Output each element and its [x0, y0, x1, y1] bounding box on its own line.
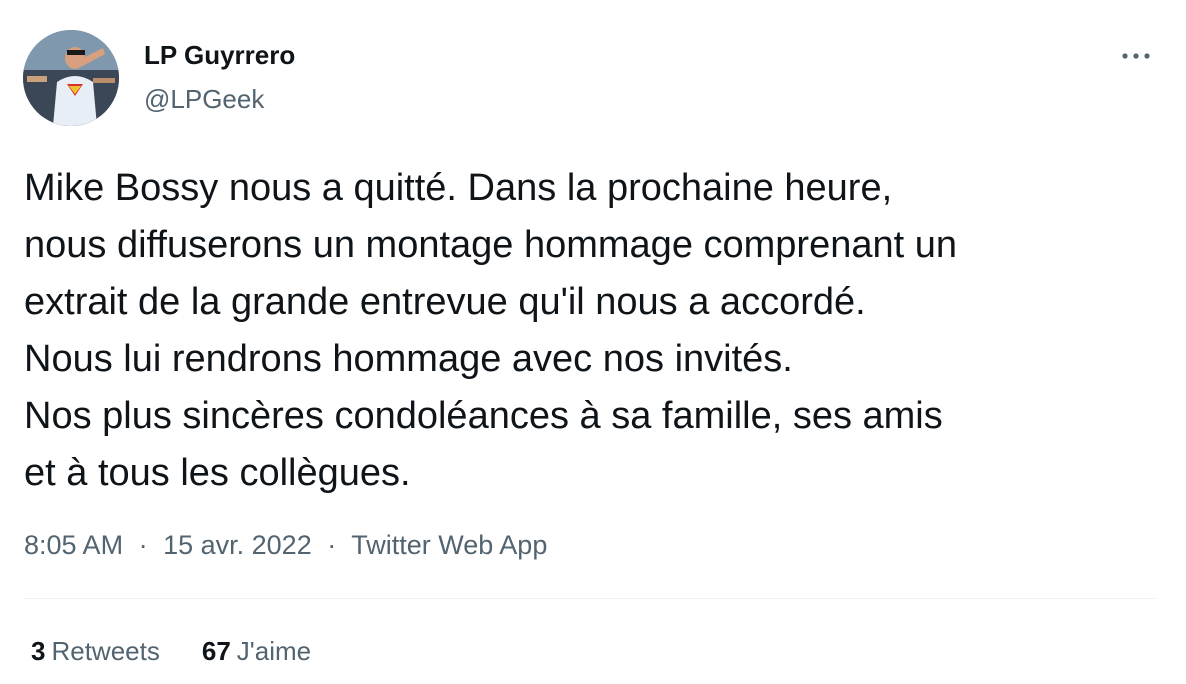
tweet-timestamp[interactable]: 8:05 AM · 15 avr. 2022: [24, 530, 319, 560]
tweet-text-line: extrait de la grande entrevue qu'il nous…: [24, 281, 866, 323]
tweet-text-line: Mike Bossy nous a quitté. Dans la procha…: [24, 167, 893, 209]
avatar[interactable]: [23, 30, 119, 126]
meta-separator: ·: [138, 530, 148, 560]
likes-count: 67: [201, 636, 231, 666]
retweets-count: 3: [31, 636, 46, 666]
avatar-photo-icon: [23, 30, 119, 126]
tweet-text-line: Nous lui rendrons hommage avec nos invit…: [24, 338, 793, 380]
likes-label: J'aime: [236, 636, 312, 666]
tweet-metadata: 8:05 AM · 15 avr. 2022 · Twitter Web App: [24, 530, 547, 561]
display-name[interactable]: LP Guyrrero: [144, 40, 295, 71]
likes-stat[interactable]: 67 J'aime: [202, 636, 311, 667]
retweets-label: Retweets: [51, 636, 160, 666]
tweet-text-line: et à tous les collègues.: [24, 452, 411, 494]
more-horizontal-icon: [1122, 53, 1150, 59]
tweet-time: 8:05 AM: [24, 530, 124, 560]
tweet-source-link[interactable]: Twitter Web App: [351, 530, 547, 560]
more-options-button[interactable]: [1116, 40, 1156, 72]
tweet-text-line: nous diffuserons un montage hommage comp…: [24, 224, 958, 266]
user-handle[interactable]: @LPGeek: [144, 84, 264, 115]
meta-separator: ·: [327, 530, 337, 560]
tweet-text-line: Nos plus sincères condoléances à sa fami…: [24, 395, 943, 437]
tweet-card: LP Guyrrero @LPGeek Mike Bossy nous a qu…: [0, 0, 1186, 684]
tweet-stats: 3 Retweets 67 J'aime: [31, 636, 311, 667]
divider: [24, 598, 1156, 599]
tweet-text: Mike Bossy nous a quitté. Dans la procha…: [24, 160, 1174, 502]
tweet-date: 15 avr. 2022: [163, 530, 312, 560]
retweets-stat[interactable]: 3 Retweets: [31, 636, 160, 667]
